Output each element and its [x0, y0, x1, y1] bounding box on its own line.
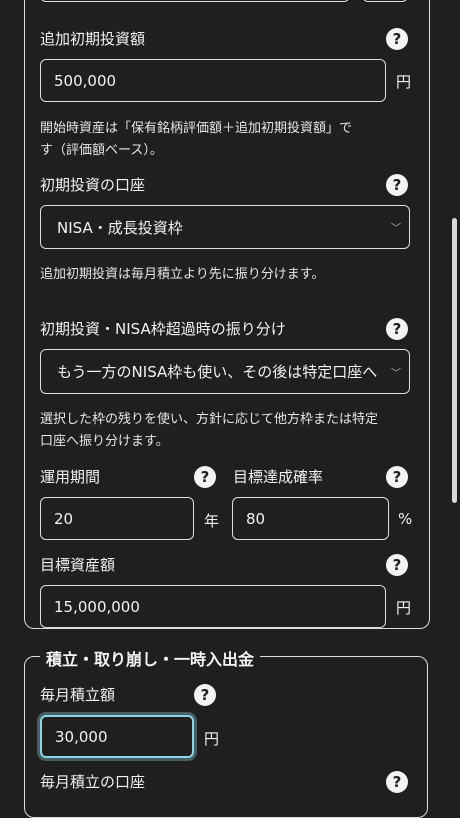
overflow-note-line2: 口座へ振り分けます。: [40, 434, 169, 449]
section-title: 積立・取り崩し・一時入出金: [40, 646, 261, 670]
probability-input[interactable]: 80: [232, 497, 389, 540]
initial-note-line2: す（評価額ベース）。: [40, 143, 163, 158]
help-icon[interactable]: ?: [194, 466, 216, 488]
probability-unit: %: [398, 510, 413, 528]
overflow-label: 初期投資・NISA枠超過時の振り分け: [40, 320, 286, 338]
initial-investment-label: 追加初期投資額: [40, 30, 146, 48]
initial-note-line1: 開始時資産は「保有銘柄評価額＋追加初期投資額」で: [40, 121, 353, 136]
monthly-input[interactable]: 30,000: [40, 715, 194, 758]
help-icon[interactable]: ?: [386, 318, 408, 340]
help-icon[interactable]: ?: [386, 554, 408, 576]
target-unit: 円: [396, 599, 412, 617]
account-note: 追加初期投資は毎月積立より先に振り分けます。: [40, 267, 325, 282]
help-icon[interactable]: ?: [194, 684, 216, 706]
initial-investment-input[interactable]: 500,000: [40, 59, 386, 102]
account-select[interactable]: NISA・成長投資枠 ﹀: [40, 205, 410, 249]
period-input[interactable]: 20: [40, 497, 194, 540]
chevron-down-icon: ﹀: [391, 368, 401, 379]
target-input[interactable]: 15,000,000: [40, 585, 386, 628]
overflow-select[interactable]: もう一方のNISA枠も使い、その後は特定口座へ ﹀: [40, 349, 410, 394]
scrollbar[interactable]: [452, 218, 457, 503]
help-icon[interactable]: ?: [386, 466, 408, 488]
period-label: 運用期間: [40, 468, 101, 486]
target-label: 目標資産額: [40, 556, 116, 574]
help-icon[interactable]: ?: [386, 174, 408, 196]
monthly-account-label: 毎月積立の口座: [40, 773, 146, 791]
overflow-select-value: もう一方のNISA枠も使い、その後は特定口座へ: [57, 363, 378, 381]
help-icon[interactable]: ?: [386, 28, 408, 50]
account-select-value: NISA・成長投資枠: [57, 218, 183, 237]
period-unit: 年: [204, 512, 220, 530]
monthly-unit: 円: [204, 730, 220, 748]
chevron-down-icon: ﹀: [391, 223, 401, 235]
account-label: 初期投資の口座: [40, 176, 146, 194]
probability-label: 目標達成確率: [233, 468, 324, 486]
overflow-note-line1: 選択した枠の残りを使い、方針に応じて他方枠または特定: [40, 412, 379, 427]
initial-investment-unit: 円: [396, 73, 412, 91]
monthly-label: 毎月積立額: [40, 686, 116, 704]
help-icon[interactable]: ?: [386, 771, 408, 793]
